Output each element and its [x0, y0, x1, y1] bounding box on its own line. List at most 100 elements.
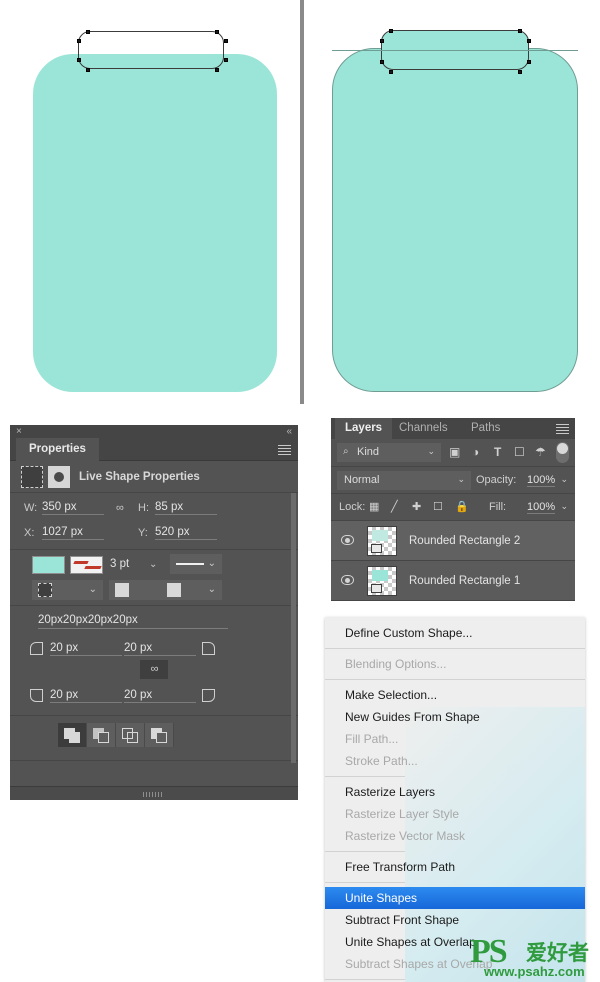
stroke-corner-icon [167, 583, 181, 597]
path-anchor-point[interactable] [77, 39, 81, 43]
combined-radius-input[interactable]: 20px20px20px20px [38, 614, 228, 629]
path-anchor-point[interactable] [77, 58, 81, 62]
lock-position-icon[interactable]: ✚ [412, 500, 421, 513]
fill-input[interactable]: 100% [527, 501, 556, 514]
menu-item-blending-options: Blending Options... [345, 657, 447, 671]
chevron-down-icon[interactable]: ⌄ [208, 558, 216, 569]
rounded-rectangle-1-shape[interactable] [33, 54, 277, 392]
before-unite-canvas[interactable] [0, 0, 300, 418]
path-anchor-point[interactable] [518, 70, 522, 74]
menu-item-make-selection[interactable]: Make Selection... [325, 684, 585, 706]
chevron-down-icon[interactable]: ⌄ [427, 446, 435, 457]
site-watermark: PS 爱好者 www.psahz.com [470, 935, 596, 980]
lock-transparency-icon[interactable]: ▦ [369, 500, 379, 513]
eye-visibility-icon[interactable] [341, 575, 354, 585]
path-anchor-point[interactable] [380, 39, 384, 43]
collapse-panel-icon[interactable]: « [286, 426, 291, 437]
path-anchor-point[interactable] [527, 60, 531, 64]
menu-item-unite-shapes[interactable]: Unite Shapes [325, 887, 585, 909]
tab-paths[interactable]: Paths [461, 418, 510, 439]
tab-properties[interactable]: Properties [16, 438, 99, 461]
menu-item-define-custom-shape[interactable]: Define Custom Shape... [325, 622, 585, 644]
filter-kind-dropdown[interactable]: ⌕ Kind ⌄ [337, 443, 441, 462]
path-anchor-point[interactable] [380, 60, 384, 64]
exclude-overlapping-shapes-button[interactable] [145, 723, 174, 747]
blend-mode-dropdown[interactable]: Normal ⌄ [337, 471, 471, 490]
height-input[interactable]: 85 px [155, 501, 217, 515]
fill-color-swatch[interactable] [32, 556, 65, 574]
layer-context-menu: Define Custom Shape... Blending Options.… [325, 617, 585, 982]
stroke-corner-dropdown[interactable]: ⌄ [157, 580, 222, 600]
path-anchor-point[interactable] [518, 29, 522, 33]
shape-properties-icon[interactable] [21, 466, 43, 488]
intersect-shape-areas-button[interactable] [116, 723, 145, 747]
path-anchor-point[interactable] [224, 58, 228, 62]
chevron-down-icon[interactable]: ⌄ [560, 474, 568, 485]
layer-name-label: Rounded Rectangle 2 [409, 535, 521, 547]
path-anchor-point[interactable] [215, 30, 219, 34]
top-right-radius-input[interactable]: 20 px [124, 642, 196, 656]
chevron-down-icon[interactable]: ⌄ [89, 584, 97, 595]
path-anchor-point[interactable] [389, 70, 393, 74]
menu-item-subtract-front-shape[interactable]: Subtract Front Shape [325, 909, 585, 931]
subtract-front-shape-button[interactable] [87, 723, 116, 747]
properties-scrollbar[interactable] [291, 493, 296, 763]
stroke-weight-input[interactable]: 3 pt [110, 558, 129, 570]
menu-item-free-transform-path[interactable]: Free Transform Path [325, 856, 585, 878]
rounded-rectangle-2-path[interactable] [78, 31, 224, 69]
menu-item-new-guides-from-shape[interactable]: New Guides From Shape [325, 706, 585, 728]
united-shape[interactable] [332, 48, 578, 392]
bottom-left-radius-input[interactable]: 20 px [50, 689, 122, 703]
panel-menu-icon[interactable] [278, 445, 291, 455]
vector-mask-thumbnail [371, 544, 382, 553]
width-input[interactable]: 350 px [42, 501, 104, 515]
lock-artboard-icon[interactable]: ☐ [433, 500, 443, 513]
chevron-down-icon[interactable]: ⌄ [208, 584, 216, 595]
y-label: Y: [138, 527, 148, 539]
y-input[interactable]: 520 px [155, 526, 217, 540]
tab-channels[interactable]: Channels [389, 418, 458, 439]
lock-image-icon[interactable]: ╱ [391, 500, 398, 513]
path-anchor-point[interactable] [215, 68, 219, 72]
image-filter-icon[interactable]: ▣ [449, 445, 460, 459]
bottom-right-radius-input[interactable]: 20 px [124, 689, 196, 703]
path-anchor-point[interactable] [86, 68, 90, 72]
mask-properties-icon[interactable] [48, 466, 70, 488]
path-anchor-point[interactable] [224, 39, 228, 43]
layer-thumbnail[interactable] [367, 566, 397, 596]
tab-layers[interactable]: Layers [335, 418, 393, 439]
fill-stroke-section: 3 pt ⌄ ⌄ ⌄ ⌄ ⌄ [10, 550, 298, 606]
layer-row[interactable]: Rounded Rectangle 1 [331, 561, 575, 601]
layer-row[interactable]: Rounded Rectangle 2 [331, 521, 575, 561]
close-icon[interactable]: × [16, 426, 22, 437]
lock-all-icon[interactable]: 🔒 [455, 500, 469, 513]
chevron-down-icon[interactable]: ⌄ [149, 559, 157, 570]
link-radii-button[interactable]: ∞ [140, 660, 168, 679]
chevron-down-icon[interactable]: ⌄ [457, 474, 465, 485]
stroke-color-swatch[interactable] [70, 556, 103, 574]
layer-thumbnail[interactable] [367, 526, 397, 556]
type-filter-icon[interactable]: T [494, 445, 501, 459]
filter-toggle-switch[interactable] [556, 442, 569, 463]
smartobject-filter-icon[interactable]: ☂ [535, 445, 546, 459]
stroke-align-dropdown[interactable]: ⌄ [32, 580, 103, 600]
path-anchor-point[interactable] [389, 29, 393, 33]
resize-grip-icon[interactable] [143, 792, 165, 797]
chevron-down-icon[interactable]: ⌄ [560, 501, 568, 512]
filter-kind-label: Kind [357, 446, 380, 458]
path-anchor-point[interactable] [527, 39, 531, 43]
opacity-input[interactable]: 100% [527, 474, 556, 487]
shape-filter-icon[interactable]: ☐ [514, 445, 525, 459]
top-left-radius-input[interactable]: 20 px [50, 642, 122, 656]
after-unite-canvas[interactable] [304, 0, 600, 418]
vector-mask-thumbnail [371, 584, 382, 593]
panel-menu-icon[interactable] [556, 424, 569, 434]
adjustment-filter-icon[interactable]: ◑ [472, 445, 479, 459]
path-anchor-point[interactable] [86, 30, 90, 34]
unite-shapes-button[interactable] [58, 723, 87, 747]
x-input[interactable]: 1027 px [42, 526, 104, 540]
stroke-style-dropdown[interactable]: ⌄ [170, 554, 222, 574]
eye-visibility-icon[interactable] [341, 535, 354, 545]
menu-item-rasterize-layers[interactable]: Rasterize Layers [325, 781, 585, 803]
link-dimensions-icon[interactable]: ∞ [116, 502, 124, 514]
